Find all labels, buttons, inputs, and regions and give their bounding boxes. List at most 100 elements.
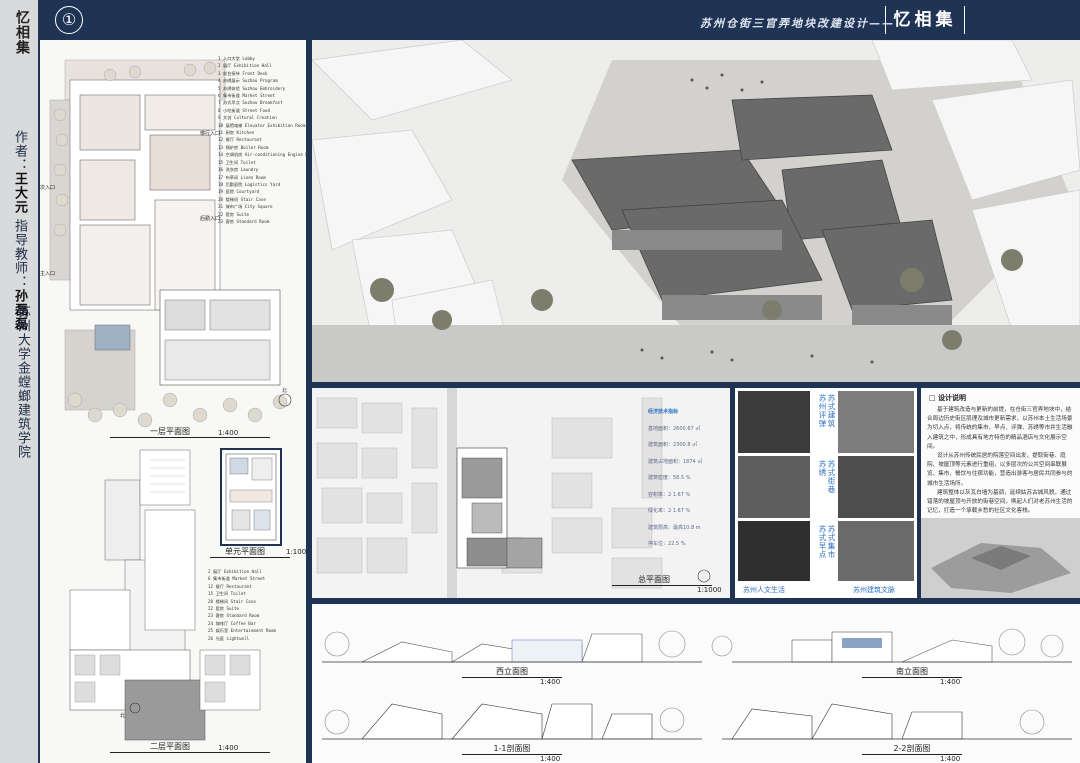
unit-plan-drawing xyxy=(220,448,282,546)
photo-collage-panel: 苏州评弹 苏式建筑 苏绣 苏式街巷 苏式早点 苏式集市 苏州人文生活 苏州建筑文… xyxy=(735,388,917,598)
legend-item: 9 文创 Cultural Creation xyxy=(218,115,277,121)
photo-vlabel-2: 苏式建筑 xyxy=(827,394,836,428)
legend-item: 1 入口大堂 Lobby xyxy=(218,56,255,61)
legend-item: 17 布草间 Linen Room xyxy=(218,174,266,180)
unit-plan-sketch xyxy=(225,453,277,541)
legend-item: 26 光庭 Lightwell xyxy=(208,635,250,641)
legend-item: 12 餐厅 Restaurant xyxy=(218,137,262,143)
legend-item: 12 餐厅 Restaurant xyxy=(208,583,252,589)
legend-item: 20 楼梯间 Stair Case xyxy=(208,598,256,604)
legend-item: 20 楼梯间 Stair Case xyxy=(218,196,266,202)
north-arrow-label: 北 xyxy=(282,387,287,394)
ground-floor-plan-panel: 北 1 入口大堂 Lobby 2 展厅 Exhibition Hall 3 前台接待… xyxy=(40,40,315,440)
legend-item: 22 套房 Suite xyxy=(208,606,240,612)
site-plan-panel: 经济技术指标 基地面积：2600.67 ㎡建筑面积：2300.8 ㎡建筑占地面积… xyxy=(312,388,730,598)
legend-item: 7 苏式早点 Suzhou Breakfast xyxy=(218,100,283,106)
stats-item: 基地面积：2600.67 ㎡ xyxy=(648,425,701,432)
photo-vlabel-4: 苏式街巷 xyxy=(827,460,836,494)
second-floor-plan-panel: 单元平面图 1:100 2 展厅 Exhibition Hall 6 集市街道 M… xyxy=(40,440,306,763)
stats-item: 停车位：22.5 % xyxy=(648,541,686,547)
spine-credits: 作者：王大元 指导教师：孙磊磊 xyxy=(6,130,32,331)
legend-item: 6 集市街道 Market Street xyxy=(208,576,266,582)
site-plan-title: 总平面图 xyxy=(638,575,670,584)
aerial-render xyxy=(312,40,1080,382)
project-logo: 忆相集 xyxy=(885,6,965,34)
unit-plan-scale: 1:100 xyxy=(286,548,307,556)
stats-item: 建筑占地面积：1874 ㎡ xyxy=(648,458,703,465)
legend-item: 19 庭院 Courtyard xyxy=(218,189,260,195)
advisor-label: 指导教师： xyxy=(12,219,27,290)
legend-item: 23 客房 Standard Room xyxy=(208,613,260,619)
site-plan-scale: 1:1000 xyxy=(697,586,722,594)
legend-item: 13 锅炉房 Boiler Room xyxy=(218,144,269,150)
legend-item: 24 咖啡厅 Coffee Bar xyxy=(208,620,256,626)
legend-item: 11 厨房 Kitchen xyxy=(218,130,255,136)
project-subtitle: 苏州仓街三官弄地块改建设计—— xyxy=(700,17,895,30)
west-elevation-scale: 1:400 xyxy=(540,678,561,686)
stats-item: 建筑密度：58.5 % xyxy=(648,475,691,481)
second-floor-title-underline xyxy=(110,752,270,753)
legend-item: 22 套房 Suite xyxy=(218,211,250,217)
legend-item: 23 客房 Standard Room xyxy=(218,218,270,224)
economic-indicators: 经济技术指标 基地面积：2600.67 ㎡建筑面积：2300.8 ㎡建筑占地面积… xyxy=(648,404,702,553)
author-name: 王大元 xyxy=(12,172,27,214)
legend-item: 4 苏绣展示 Suzhou Program xyxy=(218,78,278,84)
legend-item: 25 娱乐室 Entertainment Room xyxy=(208,628,277,634)
legend-item: 21 城市广场 City Square xyxy=(218,204,273,210)
description-paragraph-2: 设计从苏州传统民居的院落空间出发，提取街巷、庭院、坡屋顶等元素进行重组，以多层次… xyxy=(927,453,1073,487)
legend-item: 16 洗衣房 Laundry xyxy=(218,167,259,173)
section-1-scale: 1:400 xyxy=(540,755,561,763)
unit-plan-title-underline xyxy=(210,557,290,558)
stats-item: 容积率：2 1.67 % xyxy=(648,491,691,498)
aerial-render-illustration xyxy=(312,40,1080,382)
ground-floor-legend: 1 入口大堂 Lobby 2 展厅 Exhibition Hall 3 前台接待 F… xyxy=(218,55,315,225)
legend-item: 6 集市街道 Market Street xyxy=(218,93,276,99)
entrance-slow: 慢行入口 xyxy=(200,131,221,137)
photo-caption-left: 苏州人文生活 xyxy=(743,586,785,594)
legend-item: 18 后勤庭院 Logistics Yard xyxy=(218,181,281,187)
legend-item: 2 展厅 Exhibition Hall xyxy=(208,569,262,574)
legend-item: 10 展馆电梯 Elevator Exhibition Room xyxy=(218,122,306,128)
section-1-title: 1-1剖面图 xyxy=(493,744,531,753)
second-floor-plan-title: 二层平面图 xyxy=(150,742,190,751)
section-2-scale: 1:400 xyxy=(940,755,961,763)
legend-item: 15 卫生间 Toilet xyxy=(218,159,256,165)
legend-item: 3 前台接待 Front Desk xyxy=(218,70,268,76)
ground-floor-plan-scale: 1:400 xyxy=(218,429,239,437)
legend-item: 8 小吃街道 Street Food xyxy=(218,107,271,113)
school-name: 苏州大学金螳螂建筑学院 xyxy=(15,305,30,459)
second-floor-plan-scale: 1:400 xyxy=(218,744,239,752)
west-elevation-title: 西立面图 xyxy=(496,667,528,676)
south-elevation-title: 南立面图 xyxy=(896,667,928,676)
author-label: 作者： xyxy=(12,130,27,172)
description-paragraph-3: 建筑整体以灰瓦白墙为基调，延续姑苏古城风貌，通过错落的坡屋顶与开放的街巷空间，唤… xyxy=(927,489,1073,515)
stats-item: 建筑限高：最高10.8 m xyxy=(648,524,701,531)
spine-title: 忆相集 xyxy=(14,10,30,55)
design-description-panel: □ 设计说明 基于建筑改造与更新的前提，在仓街三官弄地块中，结合周边历史街区肌理… xyxy=(921,388,1080,598)
section-2-title: 2-2剖面图 xyxy=(893,744,931,753)
second-floor-north-label: 北 xyxy=(120,713,126,719)
checkbox-icon: □ xyxy=(929,394,936,402)
ground-floor-plan-title: 一层平面图 xyxy=(150,427,190,436)
description-title-text: 设计说明 xyxy=(938,394,967,402)
elevations-drawing xyxy=(312,604,1080,763)
sheet-number-badge: ① xyxy=(55,6,83,34)
stats-item: 建筑面积：2300.8 ㎡ xyxy=(648,442,698,448)
stats-title: 经济技术指标 xyxy=(648,409,679,415)
photo-vlabel-6: 苏式集市 xyxy=(827,525,836,559)
legend-item: 15 卫生间 Toilet xyxy=(208,591,246,597)
legend-item: 2 展厅 Exhibition Hall xyxy=(218,63,272,69)
entrance-secondary: 次入口 xyxy=(40,185,56,191)
legend-item: 5 苏绣体验 Suzhou Embroidery xyxy=(218,85,286,91)
description-body: 基于建筑改造与更新的前提，在仓街三官弄地块中，结合周边历史街区肌理及城市更新需求… xyxy=(927,406,1075,516)
description-paragraph-1: 基于建筑改造与更新的前提，在仓街三官弄地块中，结合周边历史街区肌理及城市更新需求… xyxy=(927,407,1073,450)
ground-floor-title-underline xyxy=(110,437,270,438)
photo-caption-right: 苏州建筑文脉 xyxy=(853,586,895,594)
description-title: □ 设计说明 xyxy=(929,393,966,403)
description-model-render xyxy=(921,518,1080,598)
stats-item: 绿化率：2 1.67 % xyxy=(648,508,691,514)
unit-plan-title: 单元平面图 xyxy=(225,547,265,556)
legend-item: 14 空调机房 Air-conditioning Engine Room xyxy=(218,152,316,158)
south-elevation-scale: 1:400 xyxy=(940,678,961,686)
elevations-panel: 西立面图 1:400 南立面图 1:400 1-1剖面图 1:400 2-2剖面… xyxy=(312,604,1080,763)
